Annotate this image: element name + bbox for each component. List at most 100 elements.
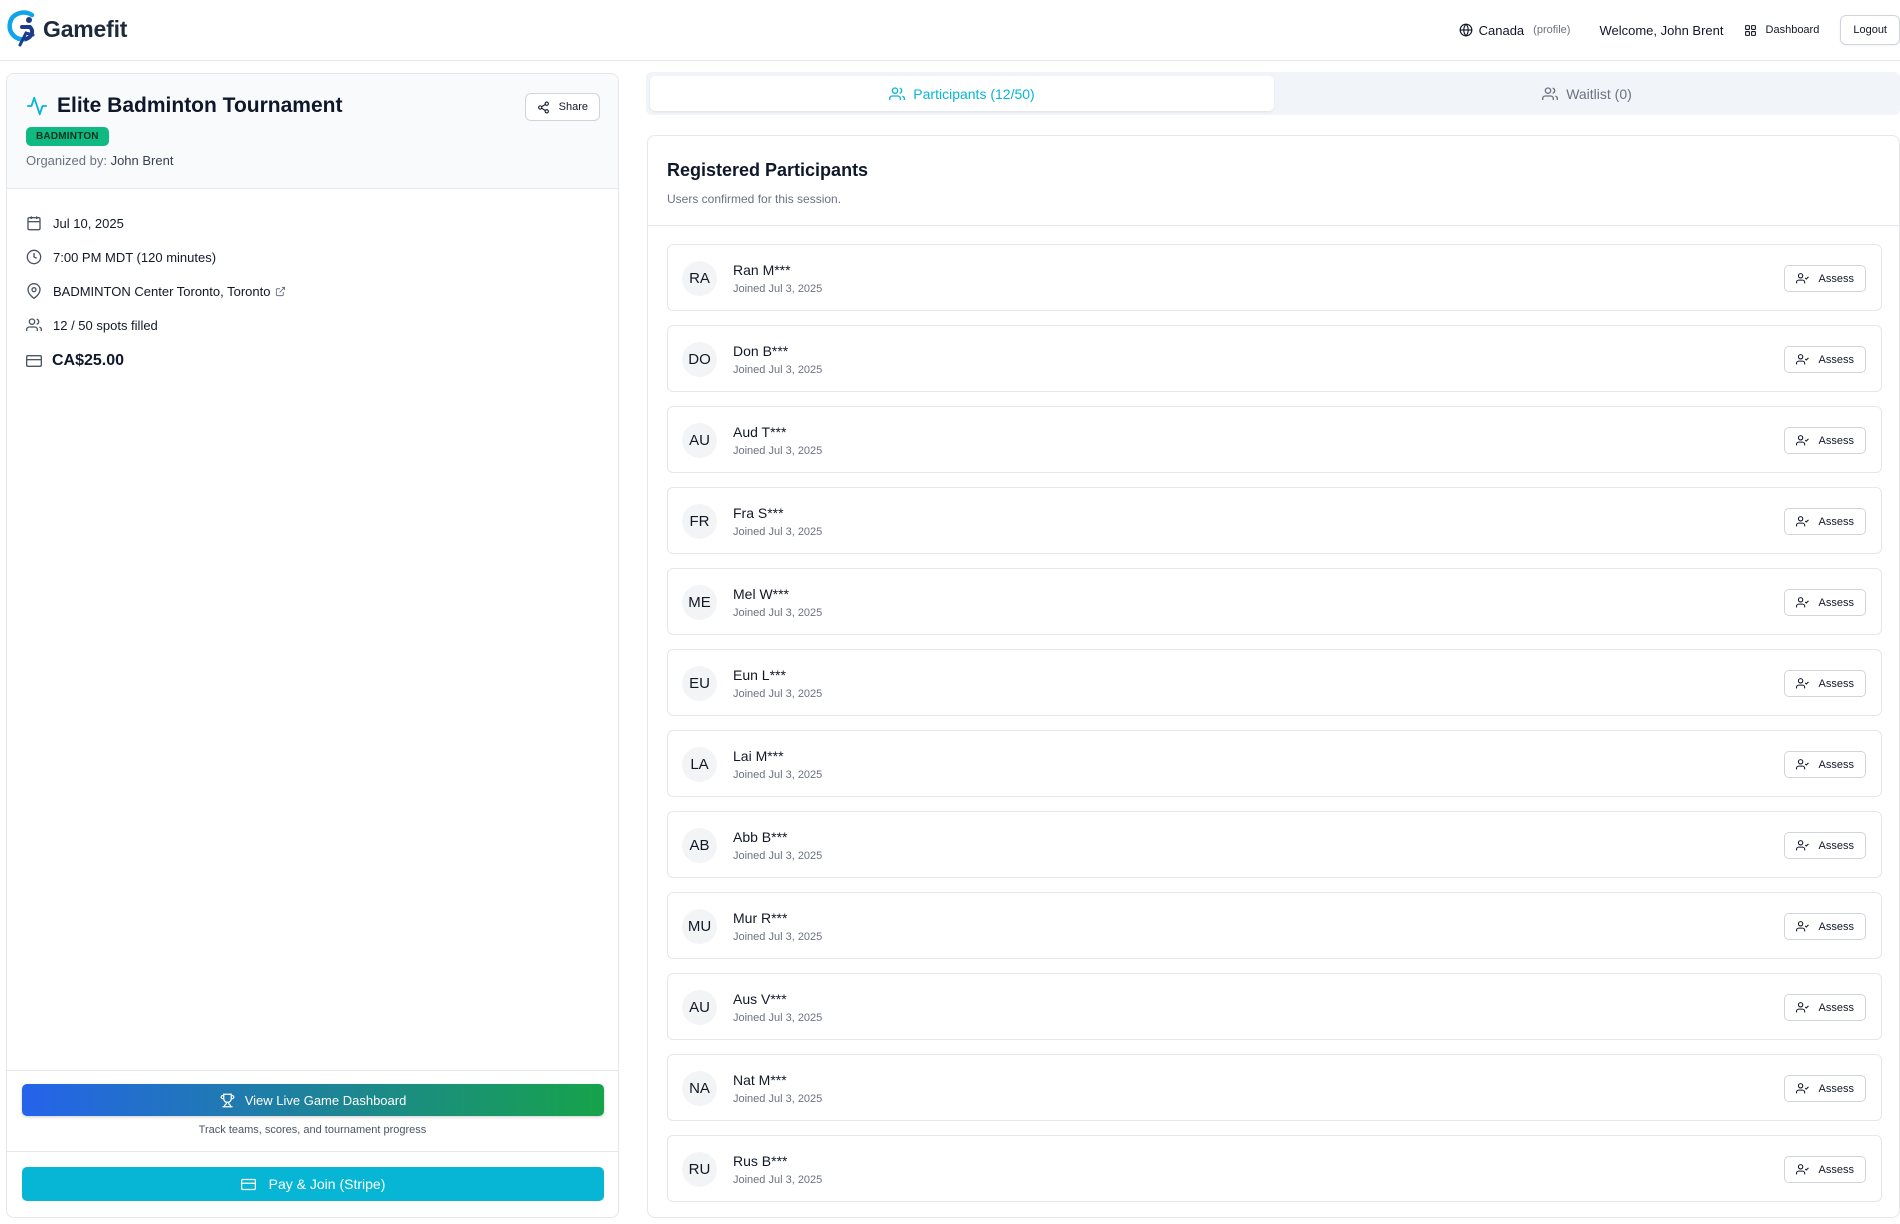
avatar: AU — [682, 990, 717, 1025]
participant-joined-date: Joined Jul 3, 2025 — [733, 850, 823, 862]
assess-button[interactable]: Assess — [1783, 1156, 1866, 1183]
event-time-row: 7:00 PM MDT (120 minutes) — [26, 240, 297, 274]
user-check-icon — [1795, 354, 1809, 365]
pay-and-join-label: Pay & Join (Stripe) — [268, 1176, 386, 1192]
assess-button[interactable]: Assess — [1783, 265, 1866, 292]
participant-joined-date: Joined Jul 3, 2025 — [733, 931, 823, 943]
view-live-dashboard-button[interactable]: View Live Game Dashboard — [22, 1084, 604, 1116]
user-check-icon — [1795, 597, 1809, 608]
assess-button[interactable]: Assess — [1783, 508, 1866, 535]
assess-button[interactable]: Assess — [1783, 1075, 1866, 1102]
sport-badge: BADMINTON — [26, 127, 109, 146]
pay-and-join-button[interactable]: Pay & Join (Stripe) — [22, 1167, 604, 1201]
event-date: Jul 10, 2025 — [53, 215, 124, 231]
participant-name: Eun L*** — [733, 667, 786, 683]
organizer-name: John Brent — [110, 153, 174, 168]
participant-name: Abb B*** — [733, 829, 788, 845]
assess-label: Assess — [1818, 839, 1854, 852]
event-location-row: BADMINTON Center Toronto, Toronto — [26, 274, 297, 308]
user-check-icon — [1795, 759, 1809, 770]
assess-button[interactable]: Assess — [1783, 670, 1866, 697]
user-check-icon — [1795, 1002, 1809, 1013]
user-check-icon — [1795, 1083, 1809, 1094]
participant-joined-date: Joined Jul 3, 2025 — [733, 526, 823, 538]
participant-joined-date: Joined Jul 3, 2025 — [733, 769, 823, 781]
share-label: Share — [558, 101, 588, 113]
avatar: AB — [682, 828, 717, 863]
tab-participants[interactable]: Participants (12/50) — [650, 76, 1274, 111]
event-title: Elite Badminton Tournament — [57, 94, 343, 117]
participants-subtitle: Users confirmed for this session. — [667, 192, 842, 206]
participant-row: RU Rus B*** Joined Jul 3, 2025 Assess — [667, 1135, 1882, 1202]
assess-label: Assess — [1818, 515, 1854, 528]
brand-logo[interactable]: Gamefit — [6, 9, 127, 49]
profile-link[interactable]: (profile) — [1533, 24, 1570, 36]
user-check-icon — [1795, 516, 1809, 527]
participant-joined-date: Joined Jul 3, 2025 — [733, 688, 823, 700]
participant-row: EU Eun L*** Joined Jul 3, 2025 Assess — [667, 649, 1882, 716]
participant-name: Ran M*** — [733, 262, 791, 278]
event-info-list: Jul 10, 2025 7:00 PM MDT (120 minutes) B… — [26, 206, 297, 370]
assess-button[interactable]: Assess — [1783, 751, 1866, 778]
avatar: AU — [682, 423, 717, 458]
tab-waitlist[interactable]: Waitlist (0) — [1274, 76, 1900, 111]
credit-card-icon — [26, 355, 42, 367]
assess-label: Assess — [1818, 272, 1854, 285]
country-selector[interactable]: Canada (profile) — [1459, 23, 1570, 38]
event-location-link[interactable]: BADMINTON Center Toronto, Toronto — [53, 284, 270, 299]
participant-name: Mel W*** — [733, 586, 790, 602]
assess-label: Assess — [1818, 434, 1854, 447]
assess-label: Assess — [1818, 1082, 1854, 1095]
tab-participants-label: Participants (12/50) — [913, 85, 1035, 102]
event-price-row: CA$25.00 — [26, 352, 297, 370]
avatar: NA — [682, 1071, 717, 1106]
assess-button[interactable]: Assess — [1783, 913, 1866, 940]
assess-label: Assess — [1818, 1163, 1854, 1176]
user-check-icon — [1795, 1164, 1809, 1175]
share-icon — [537, 101, 549, 113]
assess-label: Assess — [1818, 758, 1854, 771]
assess-button[interactable]: Assess — [1783, 427, 1866, 454]
user-check-icon — [1795, 678, 1809, 689]
divider — [7, 1151, 618, 1152]
participants-title: Registered Participants — [667, 160, 869, 180]
tab-waitlist-label: Waitlist (0) — [1566, 85, 1632, 102]
activity-icon — [26, 96, 48, 116]
participant-row: FR Fra S*** Joined Jul 3, 2025 Assess — [667, 487, 1882, 554]
assess-button[interactable]: Assess — [1783, 994, 1866, 1021]
logout-button[interactable]: Logout — [1840, 15, 1900, 45]
dashboard-label: Dashboard — [1765, 24, 1820, 36]
participant-joined-date: Joined Jul 3, 2025 — [733, 1012, 823, 1024]
assess-button[interactable]: Assess — [1783, 589, 1866, 616]
welcome-text: Welcome, John Brent — [1599, 22, 1724, 38]
dashboard-link[interactable]: Dashboard — [1744, 24, 1820, 37]
credit-card-icon — [240, 1178, 256, 1190]
participant-name: Don B*** — [733, 343, 789, 359]
calendar-icon — [27, 216, 41, 231]
participant-joined-date: Joined Jul 3, 2025 — [733, 364, 823, 376]
participant-name: Lai M*** — [733, 748, 784, 764]
organizer-prefix: Organized by: — [26, 153, 107, 168]
live-dashboard-note: Track teams, scores, and tournament prog… — [198, 1124, 427, 1136]
participant-name: Aus V*** — [733, 991, 787, 1007]
participant-name: Mur R*** — [733, 910, 788, 926]
participant-name: Nat M*** — [733, 1072, 787, 1088]
users-icon — [1542, 86, 1559, 100]
participants-header: Registered Participants Users confirmed … — [648, 136, 1899, 226]
participant-row: NA Nat M*** Joined Jul 3, 2025 Assess — [667, 1054, 1882, 1121]
participant-joined-date: Joined Jul 3, 2025 — [733, 283, 823, 295]
share-button[interactable]: Share — [524, 93, 600, 121]
trophy-icon — [220, 1093, 234, 1107]
user-check-icon — [1795, 840, 1809, 851]
participant-tabs: Participants (12/50) Waitlist (0) — [646, 72, 1900, 115]
external-link-icon[interactable] — [275, 286, 286, 297]
participants-list: RA Ran M*** Joined Jul 3, 2025 Assess DO… — [667, 244, 1882, 1216]
gamefit-logo-icon — [7, 10, 35, 47]
assess-button[interactable]: Assess — [1783, 832, 1866, 859]
avatar: RA — [682, 261, 717, 296]
event-time: 7:00 PM MDT (120 minutes) — [53, 249, 217, 265]
assess-button[interactable]: Assess — [1783, 346, 1866, 373]
brand-name: Gamefit — [43, 15, 128, 42]
view-live-dashboard-label: View Live Game Dashboard — [244, 1092, 407, 1108]
participant-row: ME Mel W*** Joined Jul 3, 2025 Assess — [667, 568, 1882, 635]
